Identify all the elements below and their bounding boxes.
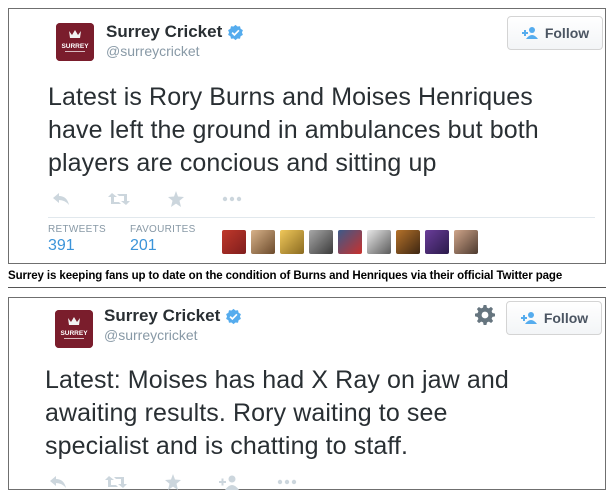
- verified-badge-icon: [225, 308, 242, 325]
- reply-icon[interactable]: [52, 191, 70, 207]
- avatar[interactable]: SURREY: [55, 310, 93, 348]
- tweet-text-line: Latest is Rory Burns and Moises Henrique…: [48, 83, 533, 111]
- more-icon[interactable]: [277, 474, 297, 490]
- retweet-icon[interactable]: [108, 191, 130, 207]
- account-handle[interactable]: @surreycricket: [104, 327, 198, 343]
- retweets-count[interactable]: 391: [48, 237, 106, 255]
- favoriter-avatar[interactable]: [338, 230, 362, 254]
- favoriter-avatar[interactable]: [396, 230, 420, 254]
- favoriter-avatar[interactable]: [251, 230, 275, 254]
- favoriter-avatar[interactable]: [309, 230, 333, 254]
- stats-divider: [48, 217, 595, 218]
- favoriter-avatar[interactable]: [280, 230, 304, 254]
- reply-icon[interactable]: [49, 474, 67, 490]
- tweet-actions: [49, 474, 335, 490]
- favoriter-avatar[interactable]: [367, 230, 391, 254]
- verified-badge-icon: [227, 24, 244, 41]
- favorite-icon[interactable]: [165, 474, 181, 490]
- follow-button[interactable]: Follow: [506, 301, 602, 335]
- retweet-icon[interactable]: [105, 474, 127, 490]
- tweet-actions: [52, 191, 280, 207]
- avatar-logo-text: SURREY: [60, 330, 88, 337]
- tweet-text-line: players are concious and sitting up: [48, 149, 437, 177]
- account-name[interactable]: Surrey Cricket: [106, 22, 222, 42]
- follow-button[interactable]: Follow: [507, 16, 603, 50]
- favoriter-avatar[interactable]: [425, 230, 449, 254]
- follow-icon[interactable]: [219, 474, 239, 490]
- favoriter-avatar[interactable]: [454, 230, 478, 254]
- tweet-text: Latest is Rory Burns and Moises Henrique…: [48, 81, 539, 180]
- favourites-stat[interactable]: FAVOURITES 201: [130, 224, 196, 255]
- favorite-icon[interactable]: [168, 191, 184, 207]
- gear-icon[interactable]: [475, 305, 495, 325]
- tweet-text-line: Latest: Moises has had X Ray on jaw and: [45, 366, 509, 394]
- tweet-text: Latest: Moises has had X Ray on jaw and …: [45, 364, 509, 463]
- avatar-logo-text: SURREY: [61, 43, 89, 50]
- account-name-row: Surrey Cricket: [106, 22, 244, 42]
- favourites-label: FAVOURITES: [130, 224, 196, 235]
- follow-user-icon: [520, 311, 538, 325]
- caption-divider: [8, 287, 606, 288]
- favourites-count[interactable]: 201: [130, 237, 196, 255]
- tweet-card-1: SURREY Surrey Cricket @surreycricket Fol…: [8, 8, 606, 264]
- account-name[interactable]: Surrey Cricket: [104, 306, 220, 326]
- favoriter-avatar[interactable]: [222, 230, 246, 254]
- tweet-text-line: awaiting results. Rory waiting to see: [45, 399, 448, 427]
- favoriters-avatars: [222, 230, 483, 254]
- retweets-label: RETWEETS: [48, 224, 106, 235]
- avatar[interactable]: SURREY: [56, 23, 94, 61]
- tweet-text-line: specialist and is chatting to staff.: [45, 432, 409, 460]
- follow-button-label: Follow: [543, 310, 589, 326]
- tweet-card-2: SURREY Surrey Cricket @surreycricket Fol…: [8, 297, 606, 490]
- follow-button-label: Follow: [544, 25, 590, 41]
- retweets-stat[interactable]: RETWEETS 391: [48, 224, 106, 255]
- tweet-text-line: have left the ground in ambulances but b…: [48, 116, 539, 144]
- account-name-row: Surrey Cricket: [104, 306, 242, 326]
- account-handle[interactable]: @surreycricket: [106, 43, 200, 59]
- follow-user-icon: [521, 26, 539, 40]
- more-icon[interactable]: [222, 191, 242, 207]
- image-caption: Surrey is keeping fans up to date on the…: [8, 270, 563, 282]
